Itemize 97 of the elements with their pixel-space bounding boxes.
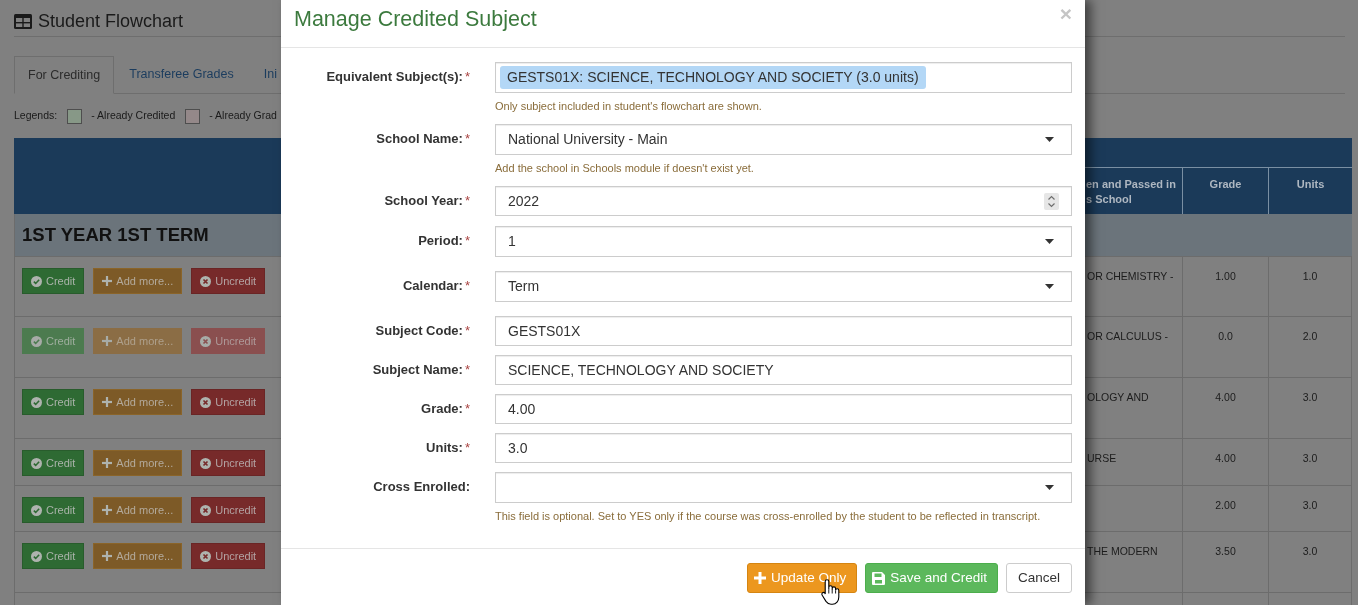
select-field[interactable]: 1 xyxy=(495,226,1072,257)
field-label: Cross Enrolled: xyxy=(372,478,470,496)
input-field[interactable]: GESTS01X xyxy=(495,316,1072,346)
plus-icon xyxy=(102,336,113,346)
field-label: Subject Name:* xyxy=(371,361,470,379)
check-circle-icon xyxy=(31,275,42,287)
field-label: Subject Code:* xyxy=(374,322,470,340)
tab[interactable]: For Crediting xyxy=(14,56,115,94)
tab[interactable]: Transferee Grades xyxy=(114,56,249,93)
uncredit-button[interactable]: Uncredit xyxy=(191,543,266,569)
check-circle-icon xyxy=(31,550,42,562)
uncredit-button[interactable]: Uncredit xyxy=(191,268,266,294)
plus-icon xyxy=(102,505,113,515)
table-cell: 1.0 xyxy=(1268,257,1352,316)
credit-button[interactable]: Credit xyxy=(22,450,85,476)
save-and-credit-button[interactable]: Save and Credit xyxy=(865,563,998,593)
close-button[interactable]: × xyxy=(1059,3,1072,24)
credit-button[interactable]: Credit xyxy=(22,389,85,415)
add-more-button[interactable]: Add more... xyxy=(93,268,183,294)
tag-input-field[interactable]: GESTS01X: SCIENCE, TECHNOLOGY AND SOCIETY (3.0 units) xyxy=(495,62,1072,93)
legend-text: - Already Credited xyxy=(91,108,176,124)
table-cell: 4.00 xyxy=(1182,439,1268,485)
field-label: Units:* xyxy=(425,439,470,457)
cancel-button[interactable]: Cancel xyxy=(1005,563,1072,593)
table-cell-text: URSE xyxy=(1086,451,1118,466)
caret-down-icon xyxy=(1045,239,1054,244)
table-cell: 3.0 xyxy=(1268,439,1352,485)
table-cell-text: OR CALCULUS - xyxy=(1086,329,1170,344)
plus-icon xyxy=(102,551,113,561)
help-text: This field is optional. Set to YES only if the course was cross-enrolled by the student to be reflected in transcript. xyxy=(495,510,1042,523)
uncredit-button[interactable]: Uncredit xyxy=(191,450,266,476)
check-circle-icon xyxy=(31,504,42,516)
field-label: Equivalent Subject(s):* xyxy=(325,68,470,86)
x-circle-icon xyxy=(200,550,212,562)
column-header: en and Passed in s School xyxy=(1085,168,1182,214)
uncredit-button[interactable]: Uncredit xyxy=(191,497,266,523)
plus-icon xyxy=(754,572,767,584)
table-cell-text: OR CHEMISTRY - xyxy=(1086,269,1175,284)
column-header: Units xyxy=(1268,168,1352,214)
modal-title: Manage Credited Subject xyxy=(294,6,537,32)
section-heading: 1ST YEAR 1ST TERM xyxy=(14,214,281,256)
x-circle-icon xyxy=(200,396,212,408)
table-cell-text: THE MODERN xyxy=(1086,544,1159,559)
column-header: Grade xyxy=(1182,168,1268,214)
field-label: Period:* xyxy=(417,232,470,250)
add-more-button[interactable]: Add more... xyxy=(93,497,183,523)
caret-down-icon xyxy=(1045,485,1054,490)
field-label: Grade:* xyxy=(420,400,470,418)
page-title: Student Flowchart xyxy=(38,10,184,32)
caret-down-icon xyxy=(1045,137,1054,142)
table-cell: 2.0 xyxy=(1268,317,1352,377)
credit-button[interactable]: Credit xyxy=(22,268,85,294)
add-more-button[interactable]: Add more... xyxy=(93,450,183,476)
field-label: School Name:* xyxy=(375,130,470,148)
table-cell-text: OLOGY AND xyxy=(1086,390,1150,405)
table-cell: 0.0 xyxy=(1182,317,1268,377)
input-field[interactable]: 3.0 xyxy=(495,433,1072,463)
plus-icon xyxy=(102,276,113,286)
table-cell: 3.50 xyxy=(1182,532,1268,592)
table-cell: 3.0 xyxy=(1268,486,1352,531)
select-field[interactable] xyxy=(495,472,1072,503)
table-cell: 3.0 xyxy=(1268,378,1352,438)
input-field[interactable]: SCIENCE, TECHNOLOGY AND SOCIETY xyxy=(495,355,1072,385)
add-more-button[interactable]: Add more... xyxy=(93,389,183,415)
help-text: Add the school in Schools module if doesn't exist yet. xyxy=(495,162,755,175)
check-circle-icon xyxy=(31,335,42,347)
credit-button[interactable]: Credit xyxy=(22,543,85,569)
add-more-button[interactable]: Add more... xyxy=(93,543,183,569)
stepper-arrows-icon[interactable] xyxy=(1044,192,1059,210)
uncredit-button[interactable]: Uncredit xyxy=(191,389,266,415)
help-text: Only subject included in student's flowchart are shown. xyxy=(495,100,763,113)
plus-icon xyxy=(102,397,113,407)
select-field[interactable]: National University - Main xyxy=(495,124,1072,155)
caret-down-icon xyxy=(1045,284,1054,289)
legend-text: - Already Grad xyxy=(209,108,277,124)
x-circle-icon xyxy=(200,457,212,469)
table-cell: 3.0 xyxy=(1268,532,1352,592)
table-cell: 2.00 xyxy=(1182,486,1268,531)
legend-label: Legends: xyxy=(14,108,58,124)
field-label: School Year:* xyxy=(383,192,470,210)
update-only-button[interactable]: Update Only xyxy=(747,563,858,593)
x-circle-icon xyxy=(200,275,212,287)
x-circle-icon xyxy=(200,504,212,516)
select-field[interactable]: Term xyxy=(495,271,1072,302)
field-label: Calendar:* xyxy=(401,277,470,295)
table-cell: 1.00 xyxy=(1182,257,1268,316)
credit-button[interactable]: Credit xyxy=(22,497,85,523)
number-field[interactable]: 2022 xyxy=(495,186,1072,216)
table-icon xyxy=(14,13,32,29)
x-circle-icon xyxy=(200,335,212,347)
selected-tag: GESTS01X: SCIENCE, TECHNOLOGY AND SOCIETY (3.0 units) xyxy=(500,66,926,89)
table-cell: 4.00 xyxy=(1182,378,1268,438)
tab[interactable]: Ini xyxy=(248,56,277,93)
plus-icon xyxy=(102,458,113,468)
check-circle-icon xyxy=(31,457,42,469)
input-field[interactable]: 4.00 xyxy=(495,394,1072,424)
check-circle-icon xyxy=(31,396,42,408)
